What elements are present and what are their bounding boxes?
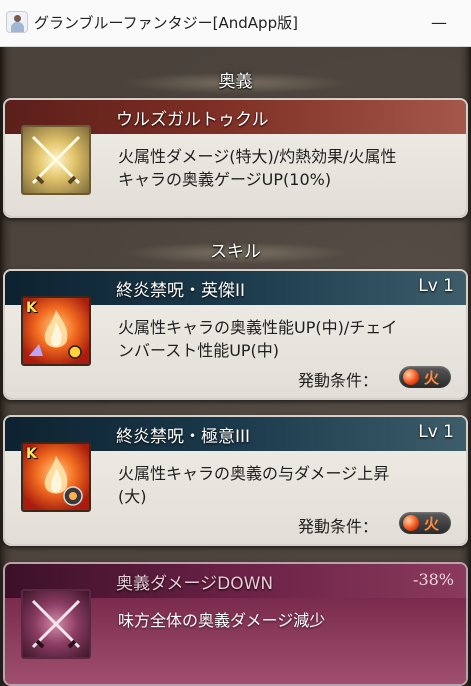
ougi-card[interactable]: ウルズガルトゥクル 火属性ダメージ(特大)/灼熱効果/火属性 キャラの奥義ゲージ…: [3, 98, 468, 218]
ougi-description: 火属性ダメージ(特大)/灼熱効果/火属性 キャラの奥義ゲージUP(10%): [118, 145, 458, 191]
minimize-button[interactable]: —: [424, 9, 454, 37]
window-titlebar: グランブルーファンタジー[AndApp版] —: [0, 0, 471, 47]
skill-level: Lv 1: [418, 422, 454, 442]
skill-desc-line: ンバースト性能UP(中): [118, 341, 280, 360]
fire-orb-icon: [403, 515, 419, 531]
skill-level: Lv 1: [418, 276, 454, 296]
skill-desc-line: 火属性キャラの奥義の与ダメージ上昇: [118, 464, 390, 483]
skill-desc-line: 火属性キャラの奥義性能UP(中)/チェイ: [118, 318, 398, 337]
fire-element-badge: 火: [399, 512, 451, 534]
skill-name: 終炎禁呪・英傑II: [116, 281, 246, 301]
skill-card[interactable]: K 終炎禁呪・英傑II Lv 1 火属性キャラの奥義性能UP(中)/チェイ ンバ…: [3, 269, 468, 400]
skill-section-title: スキル: [210, 242, 261, 262]
skill-name: 終炎禁呪・極意III: [116, 427, 251, 447]
ability-detail-panel: 奥義 ウルズガルトゥクル 火属性ダメージ(特大)/灼熱効果/火属性 キャラの奥義…: [0, 47, 471, 686]
condition-label: 発動条件：: [298, 371, 379, 390]
condition-label: 発動条件：: [298, 517, 379, 536]
skill-desc-line: (大): [118, 487, 147, 506]
debuff-card[interactable]: 奥義ダメージDOWN -38% 味方全体の奥義ダメージ減少: [3, 562, 468, 686]
skill-card[interactable]: K 終炎禁呪・極意III Lv 1 火属性キャラの奥義の与ダメージ上昇 (大) …: [3, 415, 468, 546]
skill-description: 火属性キャラの奥義の与ダメージ上昇 (大): [118, 462, 458, 508]
debuff-value: -38%: [413, 570, 454, 589]
ougi-section-header: 奥義: [0, 68, 471, 96]
ougi-desc-line: キャラの奥義ゲージUP(10%): [118, 170, 332, 189]
skill-badge: K: [26, 300, 37, 316]
flame-icon: K: [21, 442, 91, 512]
crossed-swords-icon: [21, 125, 91, 195]
crossed-swords-icon: [21, 589, 91, 659]
condition-value: 火: [424, 369, 440, 387]
fire-orb-icon: [403, 369, 419, 385]
skill-badge: K: [26, 446, 37, 462]
condition-value: 火: [424, 515, 440, 533]
app-icon: [6, 11, 28, 33]
skill-description: 火属性キャラの奥義性能UP(中)/チェイ ンバースト性能UP(中): [118, 316, 458, 362]
fire-element-badge: 火: [399, 366, 451, 388]
ougi-name: ウルズガルトゥクル: [116, 110, 269, 130]
ougi-section-title: 奥義: [218, 72, 253, 92]
window-title: グランブルーファンタジー[AndApp版]: [34, 14, 298, 32]
debuff-name: 奥義ダメージDOWN: [116, 574, 274, 594]
skill-section-header: スキル: [0, 238, 471, 266]
flame-icon: K: [21, 296, 91, 366]
ougi-desc-line: 火属性ダメージ(特大)/灼熱効果/火属性: [118, 147, 397, 166]
debuff-description: 味方全体の奥義ダメージ減少: [118, 611, 326, 630]
